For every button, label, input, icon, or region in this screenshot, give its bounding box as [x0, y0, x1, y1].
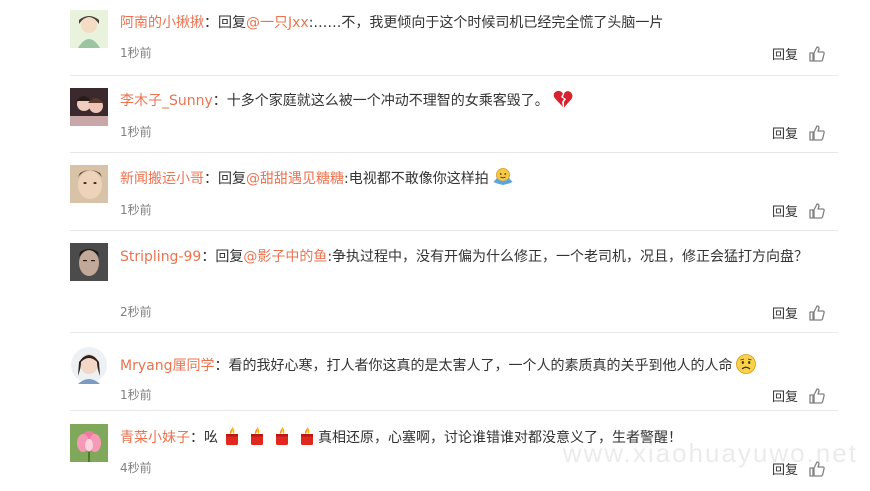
avatar[interactable] [70, 10, 108, 48]
like-icon[interactable] [808, 202, 826, 220]
comment-time: 1秒前 [120, 203, 152, 217]
reply-button[interactable]: 回复 [772, 303, 798, 322]
comment-item: 李木子_Sunny：十多个家庭就这么被一个冲动不理智的女乘客毁了。 1秒前 回复 [70, 76, 838, 153]
separator: ： [214, 358, 229, 374]
comment-username[interactable]: Stripling-99 [120, 249, 201, 265]
comment-item: Stripling-99：回复@影子中的鱼:争执过程中，没有开偏为什么修正，一个… [70, 231, 838, 333]
candle-emoji [246, 425, 268, 447]
comment-text: :电视都不敢像你这样拍 [344, 171, 489, 187]
comment-time: 1秒前 [120, 388, 152, 402]
separator: ： [204, 15, 218, 31]
like-icon[interactable] [808, 304, 826, 322]
avatar-image [70, 243, 108, 281]
comment-text: 看的我好心寒，打人者你这真的是太害人了，一个人的素质真的关乎到他人的人命 [228, 358, 733, 374]
comment-text: 十多个家庭就这么被一个冲动不理智的女乘客毁了。 [226, 93, 549, 109]
reply-button[interactable]: 回复 [772, 201, 798, 220]
avatar[interactable] [70, 346, 108, 384]
comment-text: :争执过程中，没有开偏为什么修正，一个老司机，况且，修正会猛打方向盘？ [327, 249, 809, 265]
candle-emoji [221, 425, 243, 447]
like-icon[interactable] [808, 124, 826, 142]
comment-username[interactable]: Mryang厘同学 [120, 358, 214, 374]
avatar-image [70, 10, 108, 48]
avatar-image [70, 424, 108, 462]
comment-username[interactable]: 青菜小妹子 [120, 430, 190, 446]
comment-text-prefix: 吆 [204, 430, 218, 446]
separator: ： [204, 171, 218, 187]
avatar[interactable] [70, 243, 108, 281]
reply-prefix: 回复 [215, 249, 244, 265]
like-icon[interactable] [808, 460, 826, 478]
candle-emoji [271, 425, 293, 447]
avatar-image [70, 165, 108, 203]
separator: ： [212, 93, 227, 109]
reply-button[interactable]: 回复 [772, 123, 798, 142]
comment-time: 4秒前 [120, 461, 152, 475]
sad-face-emoji [735, 353, 757, 375]
avatar-image [70, 346, 108, 384]
comment-time: 2秒前 [120, 305, 152, 319]
comment-text: :……不，我更倾向于这个时候司机已经完全慌了头脑一片 [308, 15, 664, 31]
comment-username[interactable]: 李木子_Sunny [120, 93, 213, 109]
like-icon[interactable] [808, 387, 826, 405]
avatar[interactable] [70, 424, 108, 462]
comment-item: 阿南的小揪揪：回复@一只Jxx:……不，我更倾向于这个时候司机已经完全慌了头脑一… [70, 0, 838, 76]
comment-username[interactable]: 新闻搬运小哥 [120, 171, 204, 187]
avatar-image [70, 88, 108, 126]
comment-item: 青菜小妹子：吆 真相还原，心塞啊，讨论谁错谁对都没意义了，生者警醒！ 4秒前 回复 [70, 411, 838, 491]
mention-link[interactable]: @影子中的鱼 [243, 249, 327, 265]
reply-prefix: 回复 [218, 15, 246, 31]
reply-button[interactable]: 回复 [772, 386, 798, 405]
comment-item: Mryang厘同学：看的我好心寒，打人者你这真的是太害人了，一个人的素质真的关乎… [70, 333, 838, 411]
reply-button[interactable]: 回复 [772, 44, 798, 63]
comment-list: 阿南的小揪揪：回复@一只Jxx:……不，我更倾向于这个时候司机已经完全慌了头脑一… [70, 0, 838, 491]
comment-time: 1秒前 [120, 125, 152, 139]
broken-heart-emoji [552, 88, 574, 110]
separator: ： [201, 249, 216, 265]
avatar[interactable] [70, 88, 108, 126]
comment-item: 新闻搬运小哥：回复@甜甜遇见糖糖:电视都不敢像你这样拍 1秒前 回复 [70, 153, 838, 231]
comment-text: 真相还原，心塞啊，讨论谁错谁对都没意义了，生者警醒！ [318, 430, 682, 446]
mention-link[interactable]: @一只Jxx [246, 15, 309, 31]
comment-time: 1秒前 [120, 46, 152, 60]
candle-emoji [296, 425, 318, 447]
separator: ： [190, 430, 204, 446]
avatar[interactable] [70, 165, 108, 203]
shrug-emoji [492, 166, 514, 188]
reply-prefix: 回复 [218, 171, 246, 187]
comment-username[interactable]: 阿南的小揪揪 [120, 15, 204, 31]
reply-button[interactable]: 回复 [772, 459, 798, 478]
like-icon[interactable] [808, 45, 826, 63]
mention-link[interactable]: @甜甜遇见糖糖 [246, 171, 344, 187]
